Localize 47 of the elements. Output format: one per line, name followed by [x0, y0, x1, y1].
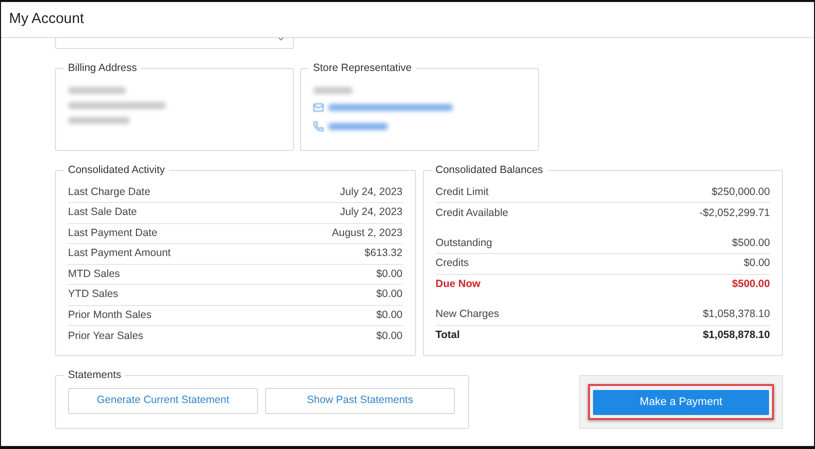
row-value: August 2, 2023: [332, 226, 402, 241]
mail-icon: [313, 102, 324, 113]
card-title: Statements: [67, 368, 122, 383]
row-label: Last Sale Date: [68, 205, 137, 220]
row-value: $1,058,378.10: [702, 307, 770, 322]
row-value: $250,000.00: [712, 184, 770, 200]
row-label: Credit Limit: [436, 184, 489, 200]
row-value: $0.00: [376, 287, 402, 302]
row-label: Prior Month Sales: [68, 308, 152, 323]
row-value: $613.32: [364, 246, 402, 262]
row-value: $0.00: [376, 328, 402, 344]
row-label: MTD Sales: [68, 266, 120, 282]
row-value: $0.00: [744, 256, 770, 272]
row-label: Last Charge Date: [68, 184, 150, 200]
row-label: Last Payment Amount: [68, 246, 171, 262]
row-value: July 24, 2023: [340, 184, 402, 200]
redacted-text: [68, 116, 130, 124]
phone-icon: [313, 120, 324, 132]
row-label: New Charges: [436, 307, 500, 322]
row-value: $1,058,878.10: [702, 328, 770, 344]
redacted-text: [313, 86, 353, 94]
row-value: $500.00: [732, 277, 770, 292]
row-value: $0.00: [376, 266, 402, 282]
row-label: Last Payment Date: [68, 226, 158, 241]
card-title: Store Representative: [312, 61, 413, 76]
card-title: Billing Address: [67, 61, 138, 76]
caret-icon: [277, 35, 285, 43]
payment-button[interactable]: Make a Payment: [593, 390, 769, 415]
card-title: Consolidated Balances: [434, 163, 544, 178]
row-label: Prior Year Sales: [68, 328, 144, 344]
row-value: $500.00: [732, 236, 770, 251]
statement-button[interactable]: Generate Current Statement: [68, 388, 258, 414]
window-title: My Account: [9, 10, 84, 29]
row-label: YTD Sales: [68, 287, 118, 302]
row-label: Total: [436, 328, 460, 344]
redacted-text: [328, 122, 388, 130]
redacted-text: [68, 86, 126, 94]
row-label: Due Now: [436, 277, 480, 292]
row-value: $0.00: [376, 308, 402, 323]
row-label: Credit Available: [436, 206, 508, 221]
row-value: -$2,052,299.71: [699, 206, 770, 221]
row-value: July 24, 2023: [340, 205, 402, 220]
row-label: Credits: [436, 256, 469, 272]
row-label: Outstanding: [436, 236, 492, 251]
dropdown[interactable]: [55, 38, 294, 49]
card-title: Consolidated Activity: [67, 163, 166, 178]
statement-button[interactable]: Show Past Statements: [265, 388, 455, 414]
